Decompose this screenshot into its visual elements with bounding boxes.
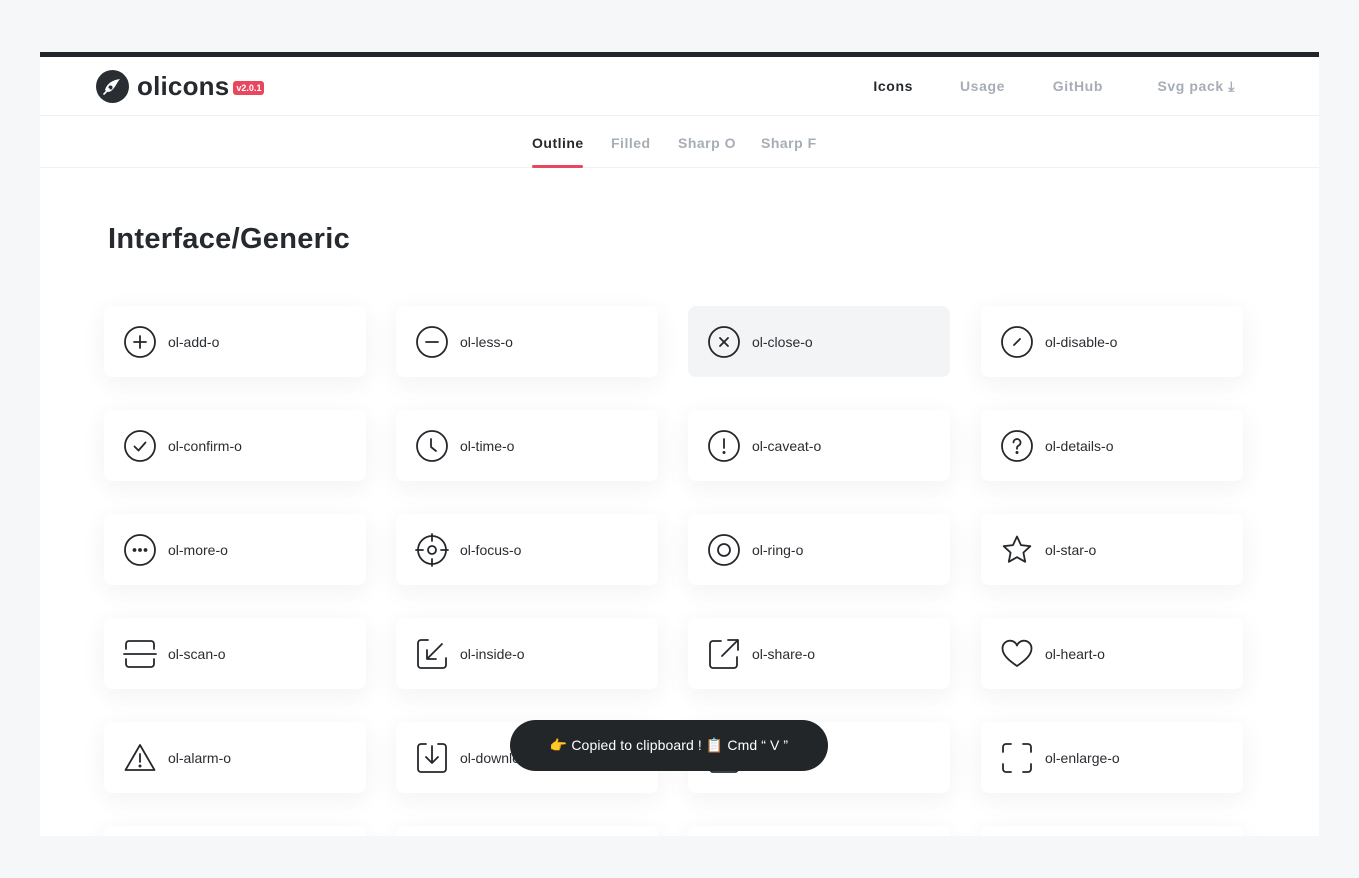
icon-card[interactable]: ol-details-o (981, 410, 1243, 481)
tab-sharp-f[interactable]: Sharp F (761, 135, 817, 151)
style-tabs: Outline Filled Sharp O Sharp F (40, 116, 1319, 168)
icon-card[interactable]: ol-confirm-o (104, 410, 366, 481)
icon-card[interactable]: ol-inside-o (396, 618, 658, 689)
icon-card[interactable] (396, 826, 658, 836)
icon-card[interactable]: ol-disable-o (981, 306, 1243, 377)
more-icon (123, 533, 157, 567)
app-name: olicons (137, 70, 230, 101)
icon-name: ol-enlarge-o (1045, 750, 1120, 766)
icon-name: ol-heart-o (1045, 646, 1105, 662)
icon-card[interactable]: ol-ring-o (688, 514, 950, 585)
scan-icon (123, 637, 157, 671)
clipboard-toast: 👉 Copied to clipboard ! 📋 Cmd “ V ” (510, 720, 828, 771)
icon-card[interactable]: ol-caveat-o (688, 410, 950, 481)
icon-name: ol-close-o (752, 334, 813, 350)
confirm-icon (123, 429, 157, 463)
icon-card[interactable] (688, 826, 950, 836)
icon-name: ol-caveat-o (752, 438, 822, 454)
icon-card[interactable]: ol-scan-o (104, 618, 366, 689)
share-icon (707, 637, 741, 671)
icon-name: ol-inside-o (460, 646, 525, 662)
version-badge: v2.0.1 (233, 81, 265, 95)
add-icon (123, 325, 157, 359)
browser-window: olicons v2.0.1 Icons Usage GitHub Svg pa… (40, 52, 1319, 836)
less-icon (415, 325, 449, 359)
tab-filled[interactable]: Filled (611, 135, 651, 151)
icon-card[interactable]: ol-enlarge-o (981, 722, 1243, 793)
disable-icon (1000, 325, 1034, 359)
logo-icon (96, 69, 129, 103)
time-icon (415, 429, 449, 463)
icon-card[interactable]: ol-share-o (688, 618, 950, 689)
icon-card[interactable] (981, 826, 1243, 836)
icon-card[interactable]: ol-close-o (688, 306, 950, 377)
icon-name: ol-disable-o (1045, 334, 1118, 350)
enlarge-icon (1000, 741, 1034, 775)
icon-name: ol-time-o (460, 438, 515, 454)
heart-icon (1000, 637, 1034, 671)
close-icon (707, 325, 741, 359)
icon-card[interactable]: ol-alarm-o (104, 722, 366, 793)
icon-card[interactable]: ol-star-o (981, 514, 1243, 585)
nav-icons[interactable]: Icons (873, 78, 913, 94)
caveat-icon (707, 429, 741, 463)
details-icon (1000, 429, 1034, 463)
star-icon (1000, 533, 1034, 567)
icon-name: ol-ring-o (752, 542, 804, 558)
focus-icon (415, 533, 449, 567)
icon-card[interactable]: ol-time-o (396, 410, 658, 481)
icon-name: ol-more-o (168, 542, 228, 558)
logo[interactable]: olicons v2.0.1 (96, 69, 265, 103)
icon-name: ol-star-o (1045, 542, 1097, 558)
icon-name: ol-focus-o (460, 542, 522, 558)
icon-name: ol-alarm-o (168, 750, 232, 766)
icon-name: ol-scan-o (168, 646, 226, 662)
icon-name: ol-less-o (460, 334, 513, 350)
icon-card[interactable] (104, 826, 366, 836)
icon-card[interactable]: ol-more-o (104, 514, 366, 585)
top-header: olicons v2.0.1 Icons Usage GitHub Svg pa… (40, 57, 1319, 116)
nav-usage[interactable]: Usage (960, 78, 1005, 94)
tab-outline[interactable]: Outline (532, 135, 584, 151)
icon-name: ol-add-o (168, 334, 220, 350)
icon-name: ol-confirm-o (168, 438, 242, 454)
section-title: Interface/Generic (108, 223, 351, 255)
icon-card[interactable]: ol-less-o (396, 306, 658, 377)
icon-card[interactable]: ol-add-o (104, 306, 366, 377)
inside-icon (415, 637, 449, 671)
icon-name: ol-share-o (752, 646, 816, 662)
active-tab-indicator (532, 165, 583, 168)
icon-name: ol-details-o (1045, 438, 1114, 454)
ring-icon (707, 533, 741, 567)
tab-sharp-o[interactable]: Sharp O (678, 135, 736, 151)
icon-card[interactable]: ol-heart-o (981, 618, 1243, 689)
download-icon (415, 741, 449, 775)
nav-svg-pack[interactable]: Svg pack ⤓ (1157, 78, 1235, 95)
alarm-icon (123, 741, 157, 775)
app-frame: olicons v2.0.1 Icons Usage GitHub Svg pa… (0, 0, 1359, 878)
nav-github[interactable]: GitHub (1053, 78, 1103, 94)
icon-card[interactable]: ol-focus-o (396, 514, 658, 585)
